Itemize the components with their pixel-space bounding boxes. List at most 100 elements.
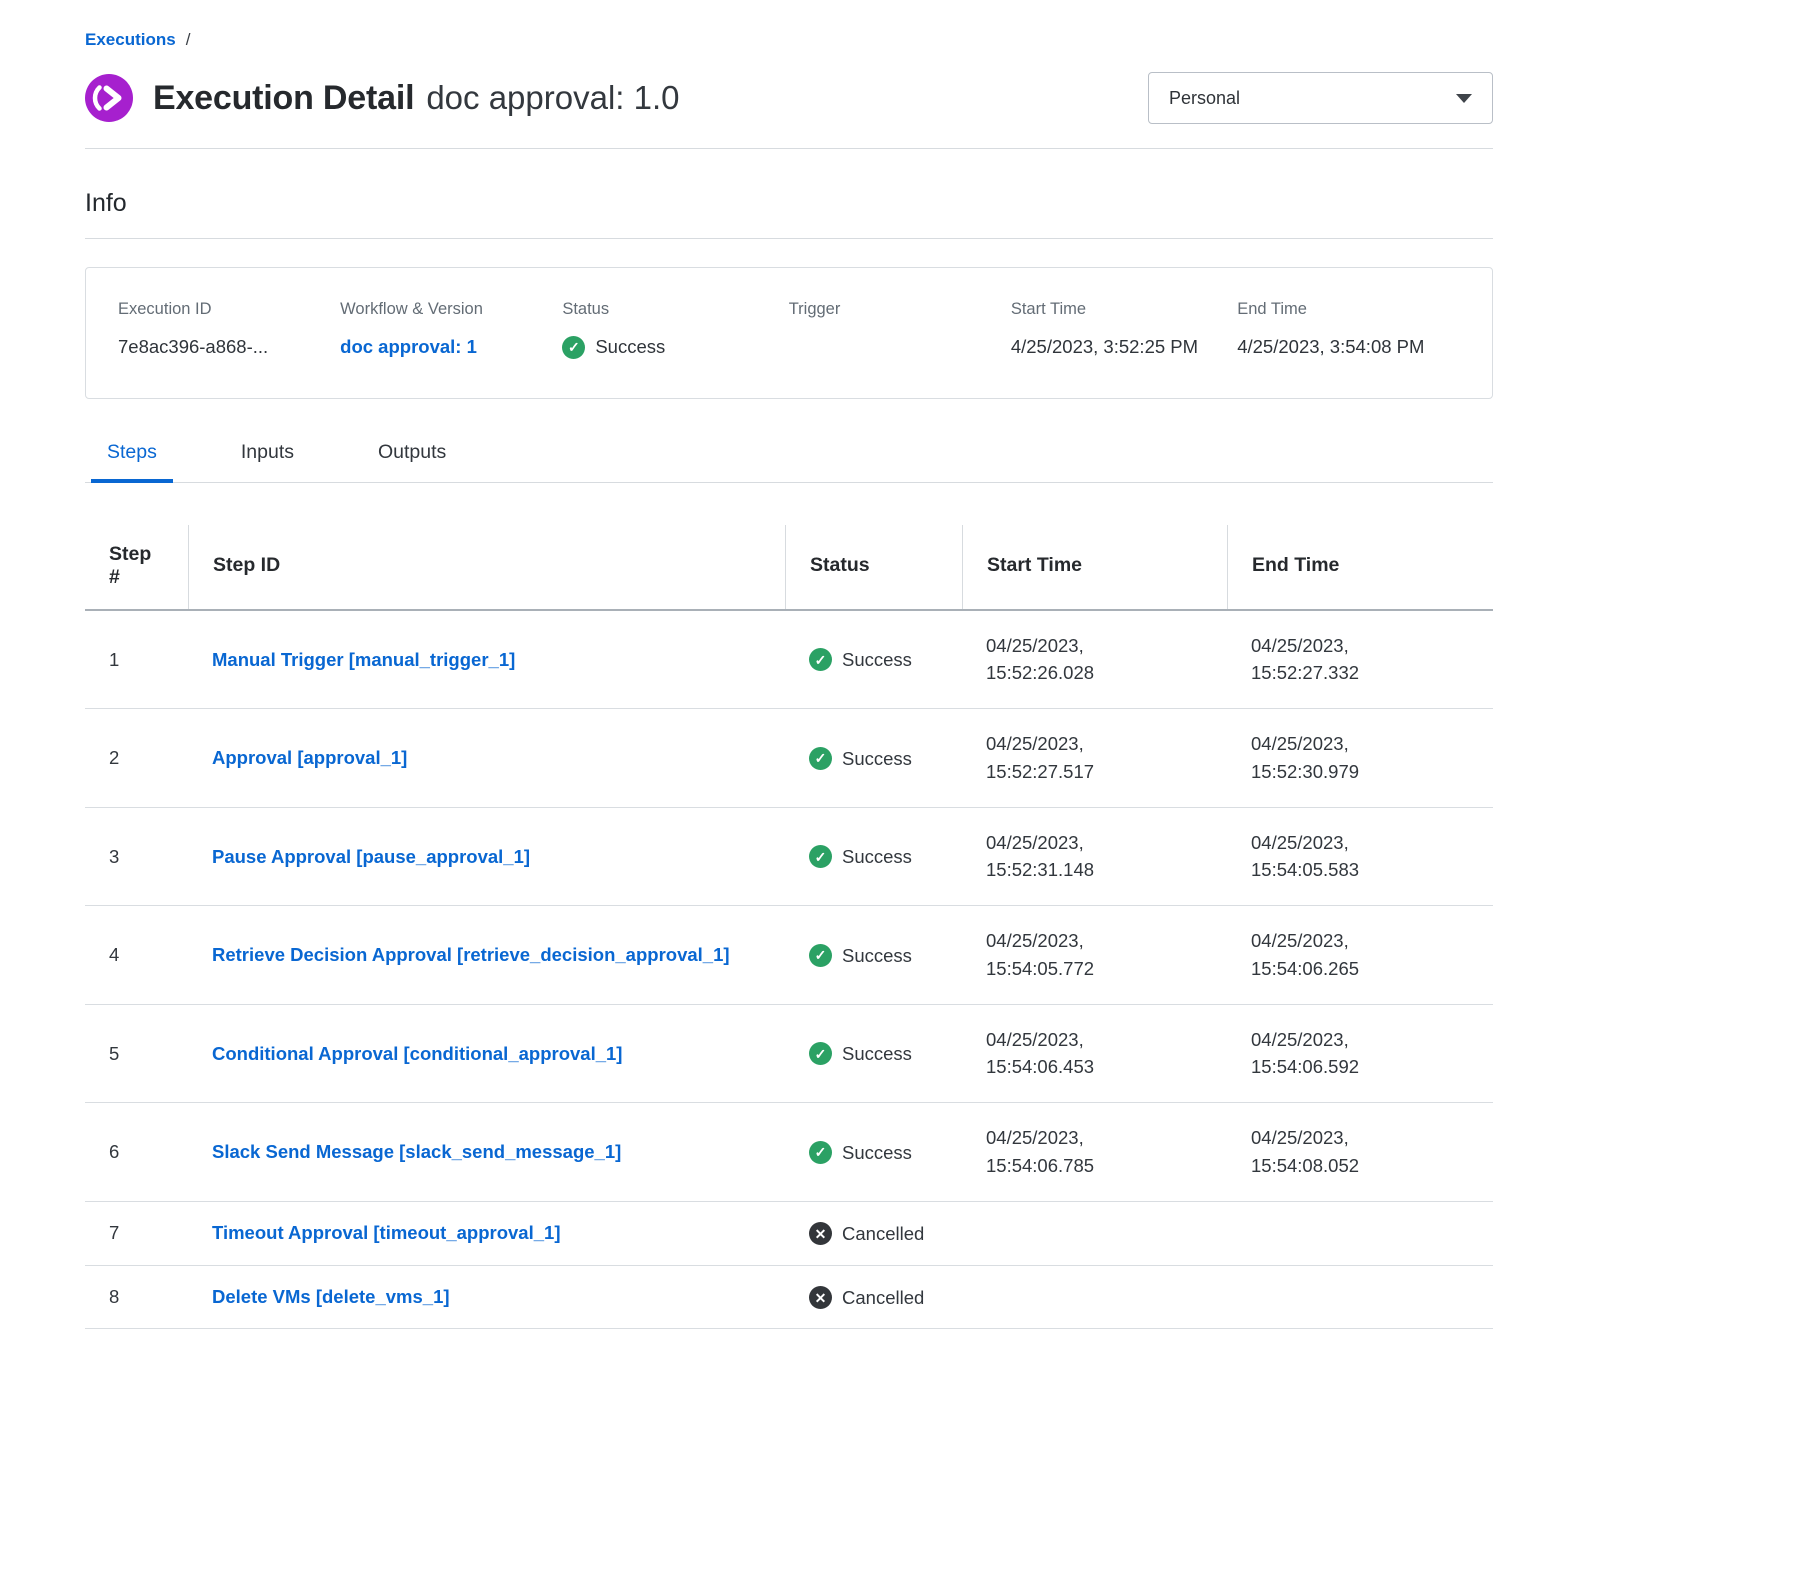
chevron-down-icon bbox=[1456, 94, 1472, 103]
step-number: 2 bbox=[85, 723, 188, 793]
status-label: Success bbox=[842, 745, 912, 773]
step-id-link[interactable]: Retrieve Decision Approval [retrieve_dec… bbox=[212, 944, 730, 965]
step-start-time: 04/25/2023, 15:52:31.148 bbox=[962, 808, 1192, 906]
info-section-title: Info bbox=[85, 189, 1493, 218]
tab-inputs[interactable]: Inputs bbox=[225, 441, 310, 482]
header-step-id: Step ID bbox=[188, 525, 785, 609]
step-number: 8 bbox=[85, 1266, 188, 1328]
tab-outputs[interactable]: Outputs bbox=[362, 441, 462, 482]
status-icon: ✓ bbox=[809, 1141, 832, 1164]
info-field-end-time: End Time 4/25/2023, 3:54:08 PM bbox=[1237, 300, 1460, 362]
status-icon: ✓ bbox=[809, 1042, 832, 1065]
page-header: Execution Detail doc approval: 1.0 Perso… bbox=[85, 72, 1493, 124]
status-icon: ✕ bbox=[809, 1286, 832, 1309]
step-start-time: 04/25/2023, 15:54:06.785 bbox=[962, 1103, 1192, 1201]
info-field-trigger: Trigger bbox=[789, 300, 999, 362]
step-end-time: 04/25/2023, 15:54:06.265 bbox=[1227, 906, 1457, 1004]
execution-status-label: Success bbox=[595, 333, 665, 362]
execution-id-value: 7e8ac396-a868-... bbox=[118, 333, 328, 362]
header-divider bbox=[85, 148, 1493, 149]
workflow-version-link[interactable]: doc approval: 1 bbox=[340, 336, 477, 357]
step-number: 6 bbox=[85, 1117, 188, 1187]
header-status: Status bbox=[785, 525, 962, 609]
page-subtitle: doc approval: 1.0 bbox=[426, 79, 679, 117]
scope-select-value: Personal bbox=[1169, 88, 1240, 109]
step-id-link[interactable]: Delete VMs [delete_vms_1] bbox=[212, 1286, 450, 1307]
status-icon: ✓ bbox=[809, 944, 832, 967]
steps-table: Step # Step ID Status Start Time End Tim… bbox=[85, 525, 1493, 1330]
step-end-time: 04/25/2023, 15:54:08.052 bbox=[1227, 1103, 1457, 1201]
field-label: Start Time bbox=[1011, 300, 1225, 319]
step-start-time: 04/25/2023, 15:54:05.772 bbox=[962, 906, 1192, 1004]
field-label: Status bbox=[562, 300, 776, 319]
field-label: End Time bbox=[1237, 300, 1460, 319]
status-label: Cancelled bbox=[842, 1284, 924, 1312]
step-id-link[interactable]: Pause Approval [pause_approval_1] bbox=[212, 846, 530, 867]
info-field-execution-id: Execution ID 7e8ac396-a868-... bbox=[118, 300, 328, 362]
status-icon: ✓ bbox=[809, 648, 832, 671]
start-time-value: 4/25/2023, 3:52:25 PM bbox=[1011, 333, 1207, 362]
step-number: 7 bbox=[85, 1202, 188, 1264]
step-end-time: 04/25/2023, 15:54:05.583 bbox=[1227, 808, 1457, 906]
step-number: 5 bbox=[85, 1019, 188, 1089]
breadcrumb: Executions / bbox=[85, 30, 1493, 50]
step-id-link[interactable]: Manual Trigger [manual_trigger_1] bbox=[212, 649, 515, 670]
status-label: Success bbox=[842, 646, 912, 674]
step-end-time: 04/25/2023, 15:54:06.592 bbox=[1227, 1005, 1457, 1103]
check-circle-icon: ✓ bbox=[562, 336, 585, 359]
step-id-link[interactable]: Conditional Approval [conditional_approv… bbox=[212, 1043, 622, 1064]
info-field-workflow-version: Workflow & Version doc approval: 1 bbox=[340, 300, 550, 362]
breadcrumb-separator: / bbox=[186, 30, 191, 50]
table-row: 4 Retrieve Decision Approval [retrieve_d… bbox=[85, 906, 1493, 1005]
scope-select[interactable]: Personal bbox=[1148, 72, 1493, 124]
table-row: 2 Approval [approval_1] ✓ Success 04/25/… bbox=[85, 709, 1493, 808]
end-time-value: 4/25/2023, 3:54:08 PM bbox=[1237, 333, 1433, 362]
step-start-time: 04/25/2023, 15:52:26.028 bbox=[962, 611, 1192, 709]
status-label: Success bbox=[842, 843, 912, 871]
status-label: Success bbox=[842, 942, 912, 970]
step-number: 3 bbox=[85, 822, 188, 892]
breadcrumb-executions-link[interactable]: Executions bbox=[85, 30, 176, 50]
step-start-time: 04/25/2023, 15:52:27.517 bbox=[962, 709, 1192, 807]
workflow-logo-icon bbox=[85, 74, 133, 122]
step-end-time: 04/25/2023, 15:52:30.979 bbox=[1227, 709, 1457, 807]
steps-table-header: Step # Step ID Status Start Time End Tim… bbox=[85, 525, 1493, 611]
table-row: 7 Timeout Approval [timeout_approval_1] … bbox=[85, 1202, 1493, 1266]
status-label: Success bbox=[842, 1139, 912, 1167]
status-label: Success bbox=[842, 1040, 912, 1068]
step-id-link[interactable]: Approval [approval_1] bbox=[212, 747, 407, 768]
info-divider bbox=[85, 238, 1493, 239]
header-end-time: End Time bbox=[1227, 525, 1493, 609]
step-number: 4 bbox=[85, 920, 188, 990]
step-id-link[interactable]: Timeout Approval [timeout_approval_1] bbox=[212, 1222, 560, 1243]
tab-steps[interactable]: Steps bbox=[91, 441, 173, 483]
step-start-time: 04/25/2023, 15:54:06.453 bbox=[962, 1005, 1192, 1103]
step-end-time bbox=[1227, 1280, 1457, 1314]
table-row: 8 Delete VMs [delete_vms_1] ✕ Cancelled bbox=[85, 1266, 1493, 1330]
detail-tabs: Steps Inputs Outputs bbox=[85, 441, 1493, 483]
step-start-time bbox=[962, 1216, 1192, 1250]
page-title: Execution Detail bbox=[153, 79, 414, 118]
step-start-time bbox=[962, 1280, 1192, 1314]
status-label: Cancelled bbox=[842, 1220, 924, 1248]
step-end-time bbox=[1227, 1216, 1457, 1250]
table-row: 1 Manual Trigger [manual_trigger_1] ✓ Su… bbox=[85, 611, 1493, 710]
info-field-status: Status ✓ Success bbox=[562, 300, 776, 362]
header-step-number: Step # bbox=[85, 525, 188, 609]
header-start-time: Start Time bbox=[962, 525, 1227, 609]
step-id-link[interactable]: Slack Send Message [slack_send_message_1… bbox=[212, 1141, 621, 1162]
step-number: 1 bbox=[85, 625, 188, 695]
field-label: Workflow & Version bbox=[340, 300, 550, 319]
status-icon: ✓ bbox=[809, 845, 832, 868]
execution-detail-page: Executions / Execution Detail doc approv… bbox=[0, 0, 1808, 1329]
table-row: 3 Pause Approval [pause_approval_1] ✓ Su… bbox=[85, 808, 1493, 907]
status-icon: ✓ bbox=[809, 747, 832, 770]
field-label: Trigger bbox=[789, 300, 999, 319]
step-end-time: 04/25/2023, 15:52:27.332 bbox=[1227, 611, 1457, 709]
steps-table-body: 1 Manual Trigger [manual_trigger_1] ✓ Su… bbox=[85, 611, 1493, 1330]
field-label: Execution ID bbox=[118, 300, 328, 319]
info-card: Execution ID 7e8ac396-a868-... Workflow … bbox=[85, 267, 1493, 399]
status-icon: ✕ bbox=[809, 1222, 832, 1245]
table-row: 6 Slack Send Message [slack_send_message… bbox=[85, 1103, 1493, 1202]
info-field-start-time: Start Time 4/25/2023, 3:52:25 PM bbox=[1011, 300, 1225, 362]
